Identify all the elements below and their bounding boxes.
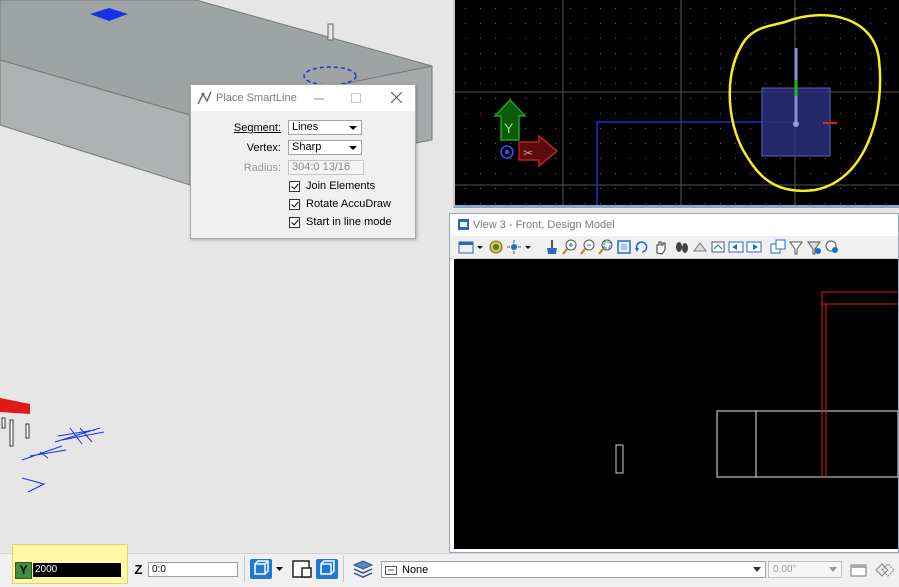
chevron-down-icon — [829, 567, 837, 572]
chevron-down-icon[interactable] — [275, 565, 284, 573]
plane-icon[interactable] — [291, 559, 313, 579]
radius-value: 304:0 13/16 — [292, 161, 351, 173]
lighting-icon[interactable] — [506, 239, 522, 255]
view-icon — [458, 219, 469, 230]
rotate-plane-icon[interactable] — [316, 559, 338, 579]
close-icon[interactable] — [391, 92, 402, 103]
level-display-icon[interactable] — [352, 559, 374, 579]
start-line-mode-checkbox[interactable] — [289, 217, 300, 228]
chevron-down-icon — [753, 567, 761, 572]
start-line-mode-label: Start in line mode — [306, 216, 392, 228]
radius-field[interactable]: 304:0 13/16 — [288, 160, 364, 175]
radius-label: Radius: — [243, 162, 281, 174]
red-frame — [821, 291, 898, 477]
chevron-down-icon[interactable] — [476, 239, 484, 255]
zoom-in-icon[interactable] — [562, 239, 578, 255]
next-icon[interactable] — [746, 239, 762, 255]
walk-icon[interactable] — [674, 239, 690, 255]
chevron-down-icon — [349, 126, 357, 130]
display-style-icon[interactable] — [488, 239, 504, 255]
place-smartline-dialog[interactable]: Place SmartLine Segment: Lines Vertex: S… — [190, 84, 416, 239]
view-previous-icon[interactable] — [692, 239, 708, 255]
z-coordinate-input[interactable]: 0:0 — [148, 562, 238, 577]
segment-label: Segment: — [233, 122, 281, 134]
angle-value: 0.00° — [773, 564, 797, 575]
view-2-top[interactable]: Y ✂ — [453, 0, 899, 208]
view3-toolbar — [450, 236, 898, 259]
view-1-isometric[interactable] — [0, 0, 447, 553]
accudraw-y-glyph: Y — [504, 120, 514, 136]
wall-outline — [716, 410, 898, 478]
view3-title: View 3 - Front, Design Model — [473, 219, 615, 231]
segment-dropdown[interactable]: Lines — [288, 120, 362, 135]
view-display-icon[interactable] — [806, 239, 822, 255]
rotate-accudraw-checkbox[interactable] — [289, 199, 300, 210]
transparency-icon[interactable] — [874, 562, 894, 578]
clip-volume-icon[interactable] — [788, 239, 804, 255]
small-rectangle — [615, 444, 624, 474]
maximize-icon[interactable] — [351, 93, 361, 103]
change-view-icon[interactable] — [824, 239, 840, 255]
post — [327, 23, 334, 41]
divider — [244, 556, 245, 582]
view-grid — [465, 8, 886, 204]
join-elements-label: Join Elements — [306, 180, 376, 192]
view3-titlebar[interactable]: View 3 - Front, Design Model — [450, 214, 898, 236]
display-settings-icon[interactable] — [850, 562, 868, 578]
rotate-accudraw-label: Rotate AccuDraw — [306, 198, 391, 210]
minimize-icon[interactable] — [314, 94, 324, 104]
chevron-down-icon[interactable] — [524, 239, 532, 255]
red-flag — [0, 398, 30, 414]
previous-icon[interactable] — [728, 239, 744, 255]
active-angle-dropdown[interactable]: 0.00° — [768, 561, 842, 578]
view-rotation-icon[interactable] — [250, 559, 272, 579]
vertex-value: Sharp — [292, 141, 322, 153]
view-attributes-icon[interactable] — [458, 239, 474, 255]
accudraw-origin — [505, 150, 509, 154]
zoom-out-icon[interactable] — [580, 239, 596, 255]
vertex-label: Vertex: — [246, 142, 281, 154]
level-value: None — [402, 564, 429, 576]
y-axis-badge: Y — [15, 562, 32, 579]
rotate-view-icon[interactable] — [634, 239, 650, 255]
view-3-window[interactable]: View 3 - Front, Design Model — [449, 213, 899, 553]
y-coordinate-input[interactable]: 2000 — [33, 563, 121, 577]
window-area-icon[interactable] — [598, 239, 614, 255]
update-view-icon[interactable] — [544, 239, 560, 255]
segment-value: Lines — [292, 121, 319, 133]
join-elements-checkbox[interactable] — [289, 181, 300, 192]
dialog-titlebar[interactable]: Place SmartLine — [191, 85, 415, 111]
active-level-dropdown[interactable]: None — [381, 561, 766, 578]
smartline-tool-icon — [197, 91, 212, 105]
level-icon — [385, 566, 397, 575]
vertex-dropdown[interactable]: Sharp — [288, 140, 362, 155]
copy-view-icon[interactable] — [770, 239, 786, 255]
chevron-down-icon — [349, 146, 357, 150]
view-next-icon[interactable] — [710, 239, 726, 255]
dialog-title: Place SmartLine — [216, 92, 297, 104]
view3-canvas[interactable] — [454, 259, 898, 549]
divider — [343, 556, 344, 582]
accudraw-x-glyph: ✂ — [523, 146, 533, 160]
pan-view-icon[interactable] — [652, 239, 668, 255]
fit-view-icon[interactable] — [616, 239, 632, 255]
blue-hatch — [21, 427, 105, 493]
z-axis-label: Z — [134, 562, 143, 577]
